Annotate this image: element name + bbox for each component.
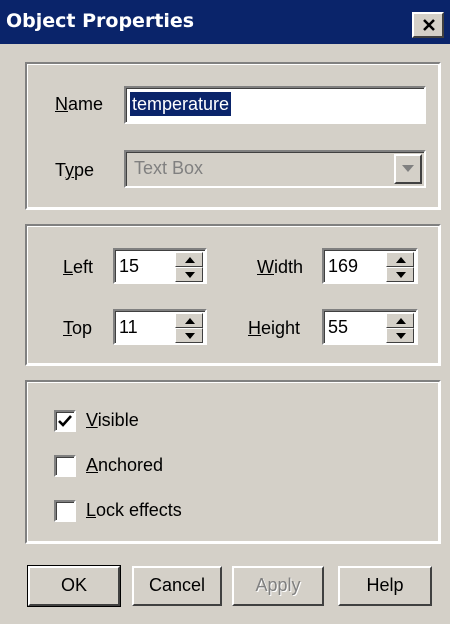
lock-effects-checkbox[interactable] <box>54 500 76 522</box>
close-button[interactable] <box>412 12 444 38</box>
close-icon <box>423 19 435 31</box>
left-label-rest: eft <box>73 257 94 277</box>
height-label-mnemonic: H <box>248 318 261 338</box>
left-label-mnemonic: L <box>63 257 74 277</box>
name-field[interactable]: temperature <box>124 86 426 124</box>
cancel-button[interactable]: Cancel <box>132 566 222 606</box>
top-spinbox-value: 11 <box>119 317 138 337</box>
object-properties-dialog: Object Properties Name temperature Type … <box>0 0 450 624</box>
type-dropdown-button[interactable] <box>394 154 422 184</box>
height-label-rest: eight <box>261 318 301 338</box>
top-spin-up-button[interactable] <box>175 313 203 328</box>
width-spin-up-button[interactable] <box>386 252 414 267</box>
name-label-mnemonic: N <box>55 94 68 114</box>
left-label: Left <box>63 257 93 278</box>
height-spinbox[interactable]: 55 <box>322 309 418 345</box>
top-spinner <box>175 313 203 343</box>
width-spinbox-value: 169 <box>328 256 359 276</box>
spin-up-icon <box>396 318 406 324</box>
lock-effects-label-rest: ock effects <box>96 500 182 520</box>
spin-down-icon <box>396 272 406 278</box>
type-select-value: Text Box <box>134 158 204 178</box>
width-spin-down-button[interactable] <box>386 267 414 282</box>
type-label-rest: pe <box>74 160 95 180</box>
type-label-mnemonic: y <box>65 160 75 180</box>
height-label: Height <box>248 318 300 339</box>
help-button[interactable]: Help <box>338 566 432 606</box>
spin-up-icon <box>396 257 406 263</box>
height-spinbox-value: 55 <box>328 317 349 337</box>
apply-button[interactable]: Apply <box>232 566 324 606</box>
width-label-rest: idth <box>274 257 304 277</box>
left-spin-up-button[interactable] <box>175 252 203 267</box>
spin-up-icon <box>185 318 195 324</box>
width-label: Width <box>257 257 303 278</box>
title-bar[interactable]: Object Properties <box>0 0 450 44</box>
anchored-label-rest: nchored <box>98 455 164 475</box>
type-select[interactable]: Text Box <box>124 150 426 188</box>
height-spin-up-button[interactable] <box>386 313 414 328</box>
spin-down-icon <box>185 272 195 278</box>
width-spinbox[interactable]: 169 <box>322 248 418 284</box>
anchored-checkbox[interactable] <box>54 455 76 477</box>
left-spinbox-value: 15 <box>119 256 140 276</box>
visible-label-mnemonic: V <box>86 410 98 430</box>
checkmark-icon <box>58 415 72 427</box>
name-label-rest: ame <box>68 94 104 114</box>
chevron-down-icon <box>402 165 414 172</box>
left-spinbox[interactable]: 15 <box>113 248 207 284</box>
visible-label-rest: isible <box>97 410 139 430</box>
spin-up-icon <box>185 257 195 263</box>
width-label-mnemonic: W <box>257 257 274 277</box>
name-label: Name <box>55 94 103 115</box>
top-label-rest: op <box>72 318 93 338</box>
left-spinner <box>175 252 203 282</box>
lock-effects-label[interactable]: Lock effects <box>86 500 182 521</box>
name-field-value: temperature <box>130 92 232 116</box>
top-label-mnemonic: T <box>63 318 72 338</box>
height-spin-down-button[interactable] <box>386 328 414 343</box>
top-label: Top <box>63 318 92 339</box>
ok-button[interactable]: OK <box>27 565 121 607</box>
visible-label[interactable]: Visible <box>86 410 139 431</box>
spin-down-icon <box>396 333 406 339</box>
left-spin-down-button[interactable] <box>175 267 203 282</box>
height-spinner <box>386 313 414 343</box>
type-label: Type <box>55 160 94 181</box>
window-title: Object Properties <box>6 10 195 32</box>
lock-effects-label-mnemonic: L <box>86 500 97 520</box>
top-spinbox[interactable]: 11 <box>113 309 207 345</box>
anchored-label[interactable]: Anchored <box>86 455 163 476</box>
visible-checkbox[interactable] <box>54 410 76 432</box>
top-spin-down-button[interactable] <box>175 328 203 343</box>
anchored-label-mnemonic: A <box>86 455 99 475</box>
spin-down-icon <box>185 333 195 339</box>
type-label-pre: T <box>55 160 66 180</box>
width-spinner <box>386 252 414 282</box>
